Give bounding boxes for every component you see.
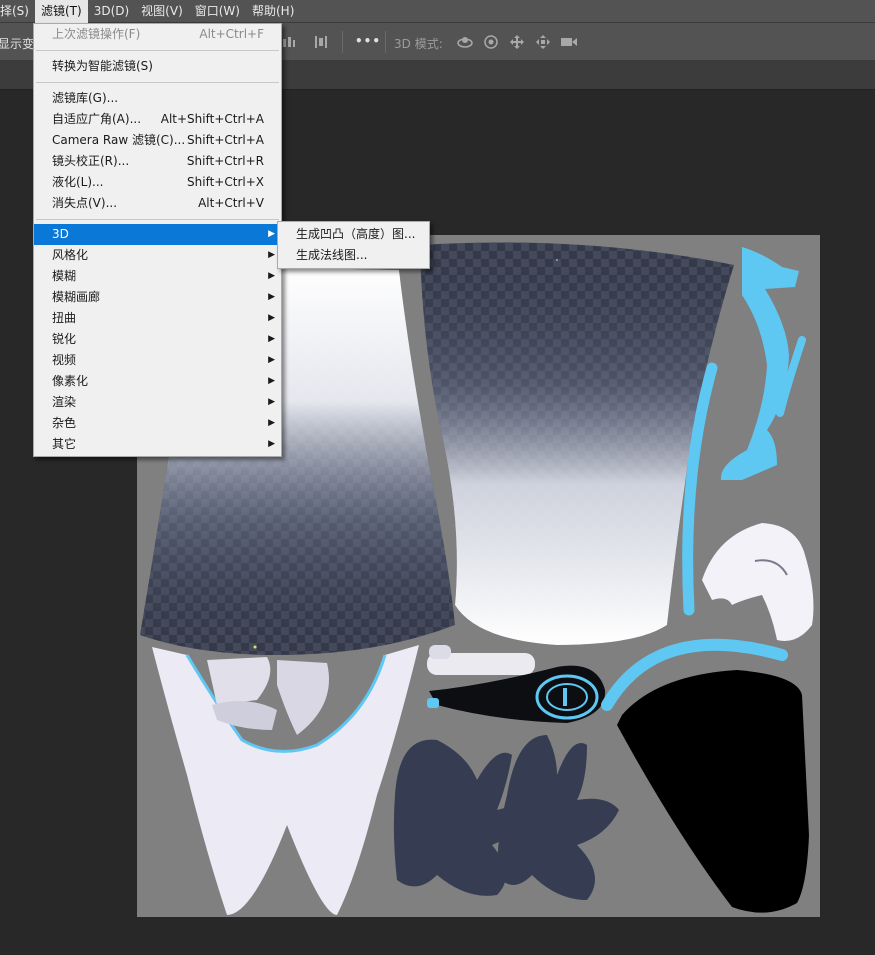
- menu-item-sharpen[interactable]: 锐化 ▶: [34, 329, 281, 350]
- menu-item-pixelate[interactable]: 像素化 ▶: [34, 371, 281, 392]
- distribute-center-icon[interactable]: [312, 33, 330, 51]
- pan-3d-icon[interactable]: [508, 33, 526, 51]
- menu-divider: [36, 50, 279, 51]
- toolbar-separator: [342, 31, 343, 53]
- menu-item-render[interactable]: 渲染 ▶: [34, 392, 281, 413]
- submenu-arrow-icon: ▶: [268, 229, 275, 239]
- menu-item-generate-normal-map[interactable]: 生成法线图...: [278, 245, 429, 266]
- 3d-mode-label: 3D 模式:: [394, 37, 443, 51]
- menu-divider: [36, 219, 279, 220]
- submenu-arrow-icon: ▶: [268, 397, 275, 407]
- toolbar-separator: [385, 31, 386, 53]
- menu-item-other[interactable]: 其它 ▶: [34, 434, 281, 455]
- menu-divider: [36, 82, 279, 83]
- submenu-arrow-icon: ▶: [268, 271, 275, 281]
- menu-item-lens-correction[interactable]: 镜头校正(R)... Shift+Ctrl+R: [34, 151, 281, 172]
- distribute-icon[interactable]: [280, 33, 298, 51]
- menu-item-distort[interactable]: 扭曲 ▶: [34, 308, 281, 329]
- menu-item-blur-gallery[interactable]: 模糊画廊 ▶: [34, 287, 281, 308]
- menu-view[interactable]: 视图(V): [135, 0, 189, 23]
- menu-filter[interactable]: 滤镜(T): [34, 0, 88, 23]
- menu-bar: 择(S) 滤镜(T) 3D(D) 视图(V) 窗口(W) 帮助(H): [0, 0, 875, 23]
- submenu-arrow-icon: ▶: [268, 334, 275, 344]
- menu-item-last-filter[interactable]: 上次滤镜操作(F) Alt+Ctrl+F: [34, 24, 281, 45]
- menu-item-convert-smart-filter[interactable]: 转换为智能滤镜(S): [34, 56, 281, 77]
- submenu-arrow-icon: ▶: [268, 439, 275, 449]
- submenu-arrow-icon: ▶: [268, 250, 275, 260]
- menu-item-adaptive-wide-angle[interactable]: 自适应广角(A)... Alt+Shift+Ctrl+A: [34, 109, 281, 130]
- scale-3d-camera-icon[interactable]: [560, 33, 578, 51]
- menu-item-liquify[interactable]: 液化(L)... Shift+Ctrl+X: [34, 172, 281, 193]
- orbit-3d-icon[interactable]: [456, 33, 474, 51]
- menu-item-blur[interactable]: 模糊 ▶: [34, 266, 281, 287]
- roll-3d-icon[interactable]: [482, 33, 500, 51]
- menu-help[interactable]: 帮助(H): [246, 0, 300, 23]
- menu-item-filter-gallery[interactable]: 滤镜库(G)...: [34, 88, 281, 109]
- submenu-arrow-icon: ▶: [268, 292, 275, 302]
- menu-item-video[interactable]: 视频 ▶: [34, 350, 281, 371]
- filter-dropdown-menu: 上次滤镜操作(F) Alt+Ctrl+F 转换为智能滤镜(S) 滤镜库(G)..…: [33, 23, 282, 457]
- 3d-submenu: 生成凹凸（高度）图... 生成法线图...: [277, 221, 430, 269]
- more-options-icon[interactable]: •••: [355, 34, 381, 48]
- menu-item-generate-bump-map[interactable]: 生成凹凸（高度）图...: [278, 224, 429, 245]
- menu-3d[interactable]: 3D(D): [88, 0, 135, 23]
- submenu-arrow-icon: ▶: [268, 355, 275, 365]
- menu-item-stylize[interactable]: 风格化 ▶: [34, 245, 281, 266]
- submenu-arrow-icon: ▶: [268, 376, 275, 386]
- submenu-arrow-icon: ▶: [268, 418, 275, 428]
- menu-item-3d[interactable]: 3D ▶: [34, 224, 281, 245]
- slide-3d-icon[interactable]: [534, 33, 552, 51]
- menu-window[interactable]: 窗口(W): [189, 0, 246, 23]
- submenu-arrow-icon: ▶: [268, 313, 275, 323]
- menu-item-noise[interactable]: 杂色 ▶: [34, 413, 281, 434]
- menu-select[interactable]: 择(S): [0, 0, 35, 23]
- menu-item-vanishing-point[interactable]: 消失点(V)... Alt+Ctrl+V: [34, 193, 281, 214]
- menu-item-camera-raw[interactable]: Camera Raw 滤镜(C)... Shift+Ctrl+A: [34, 130, 281, 151]
